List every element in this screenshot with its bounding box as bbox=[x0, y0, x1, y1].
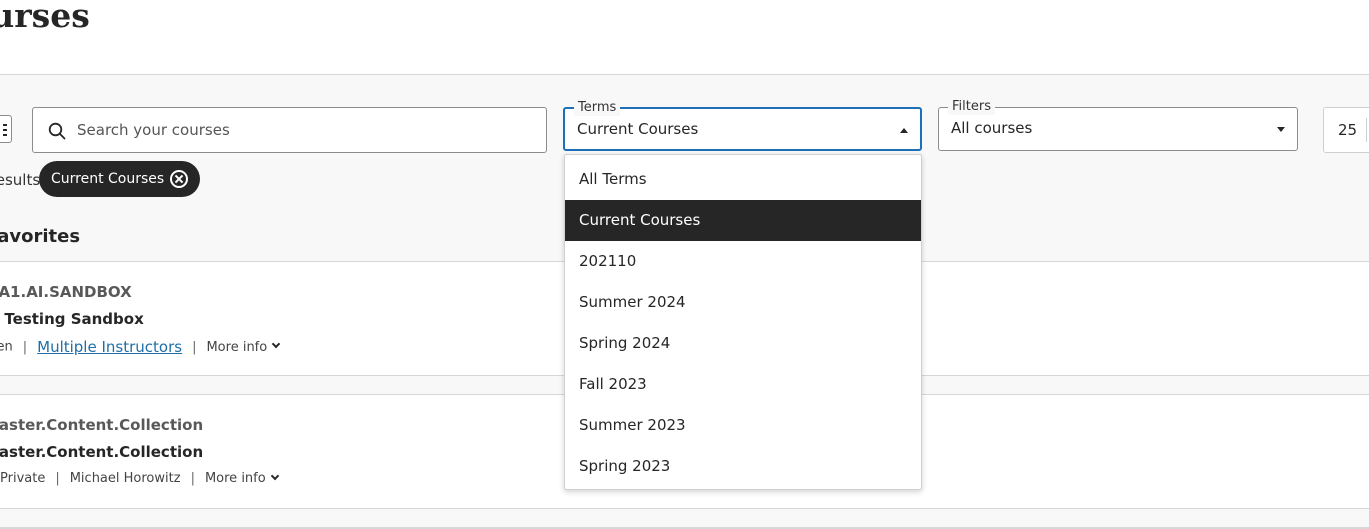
course-status: Open bbox=[0, 339, 13, 355]
course-meta: Open | Multiple Instructors | More info bbox=[0, 338, 281, 356]
per-page-select[interactable]: 25 bbox=[1323, 107, 1369, 153]
terms-option[interactable]: All Terms bbox=[565, 159, 921, 200]
terms-legend: Terms bbox=[574, 100, 621, 116]
filters-select[interactable]: Filters All courses bbox=[938, 99, 1298, 151]
search-input[interactable] bbox=[77, 108, 537, 152]
terms-option[interactable]: Spring 2024 bbox=[565, 323, 921, 364]
terms-option[interactable]: Spring 2023 bbox=[565, 446, 921, 487]
search-box[interactable] bbox=[32, 107, 547, 153]
per-page-divider bbox=[1366, 118, 1367, 142]
course-id: DA1.AI.SANDBOX bbox=[0, 283, 132, 301]
grid-view-icon bbox=[3, 124, 7, 136]
results-label: Results bbox=[0, 171, 41, 189]
page-header: Courses bbox=[0, 0, 1369, 75]
terms-option[interactable]: Summer 2023 bbox=[565, 405, 921, 446]
close-circle-icon[interactable] bbox=[170, 170, 189, 188]
chevron-down-icon bbox=[270, 471, 279, 480]
terms-dropdown-menu: All Terms Current Courses 202110 Summer … bbox=[564, 154, 922, 490]
filters-value: All courses bbox=[951, 119, 1033, 137]
instructor-name: Michael Horowitz bbox=[69, 471, 181, 486]
filters-legend: Filters bbox=[948, 99, 995, 115]
caret-up-icon bbox=[900, 128, 908, 133]
more-info-label: More info bbox=[206, 339, 268, 355]
separator: | bbox=[190, 471, 195, 486]
more-info-button[interactable]: More info bbox=[206, 339, 281, 355]
course-name-link[interactable]: Master.Content.Collection bbox=[0, 443, 203, 461]
separator: | bbox=[22, 339, 28, 355]
chip-label: Current Courses bbox=[51, 171, 165, 187]
per-page-value: 25 bbox=[1338, 121, 1358, 139]
terms-option[interactable]: Fall 2023 bbox=[565, 364, 921, 405]
terms-value: Current Courses bbox=[577, 120, 699, 138]
terms-option[interactable]: 202110 bbox=[565, 241, 921, 282]
course-status: Private bbox=[0, 471, 46, 486]
caret-down-icon bbox=[1277, 127, 1285, 132]
instructors-link[interactable]: Multiple Instructors bbox=[37, 338, 182, 356]
terms-option[interactable]: Summer 2024 bbox=[565, 282, 921, 323]
course-name-link[interactable]: AI Testing Sandbox bbox=[0, 310, 144, 328]
terms-option-selected[interactable]: Current Courses bbox=[565, 200, 921, 241]
course-id: Master.Content.Collection bbox=[0, 416, 204, 434]
filter-chip-current-courses[interactable]: Current Courses bbox=[39, 161, 201, 197]
grid-view-toggle[interactable] bbox=[0, 115, 12, 143]
course-meta: Private | Michael Horowitz | More info bbox=[0, 471, 279, 486]
page-title: Courses bbox=[0, 0, 90, 35]
separator: | bbox=[55, 471, 60, 486]
more-info-button[interactable]: More info bbox=[204, 471, 279, 486]
chevron-down-icon bbox=[271, 339, 281, 349]
more-info-label: More info bbox=[204, 471, 266, 486]
favorites-heading: Favorites bbox=[0, 226, 81, 247]
search-icon bbox=[48, 122, 66, 140]
terms-select[interactable]: Terms Current Courses bbox=[563, 100, 922, 151]
separator: | bbox=[192, 339, 197, 355]
